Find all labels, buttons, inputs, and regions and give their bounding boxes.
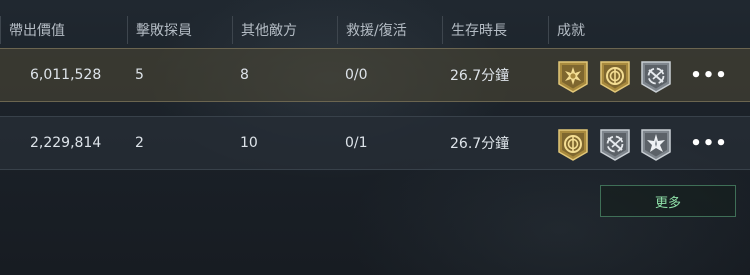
column-header-rescue-revive: 救援/復活 [337, 16, 407, 44]
other-enemies-cell: 8 [240, 67, 249, 83]
more-options-icon[interactable]: ••• [690, 117, 727, 169]
rescue-revive-cell: 0/0 [345, 67, 368, 83]
table-header: 帶出價值 擊敗探員 其他敵方 救援/復活 生存時長 成就 [0, 16, 750, 44]
value-cell: 2,229,814 [30, 135, 102, 151]
agents-defeated-cell: 5 [135, 67, 144, 83]
survival-time-cell: 26.7分鐘 [450, 136, 510, 152]
column-header-other-enemies: 其他敵方 [232, 16, 297, 44]
survival-time-cell: 26.7分鐘 [450, 68, 510, 84]
more-button[interactable]: 更多 [600, 185, 736, 217]
table-row[interactable]: 2,229,814 2 10 0/1 26.7分鐘 ••• [0, 116, 750, 170]
silver-star-burst-icon[interactable] [640, 128, 672, 162]
agents-defeated-cell: 2 [135, 135, 144, 151]
silver-crossed-arrows-icon[interactable] [599, 128, 631, 162]
gold-compass-icon[interactable] [557, 128, 589, 162]
more-options-icon[interactable]: ••• [690, 49, 727, 101]
gold-compass-icon[interactable] [599, 60, 631, 94]
gold-star-burst-icon[interactable] [557, 60, 589, 94]
rescue-revive-cell: 0/1 [345, 135, 368, 151]
table-row[interactable]: 6,011,528 5 8 0/0 26.7分鐘 ••• [0, 48, 750, 102]
silver-crossed-arrows-icon[interactable] [640, 60, 672, 94]
other-enemies-cell: 10 [240, 135, 258, 151]
value-cell: 6,011,528 [30, 67, 102, 83]
column-header-value: 帶出價值 [0, 16, 65, 44]
column-header-agents-defeated: 擊敗探員 [127, 16, 192, 44]
column-header-survival-time: 生存時長 [442, 16, 507, 44]
column-header-achievements: 成就 [548, 16, 585, 44]
